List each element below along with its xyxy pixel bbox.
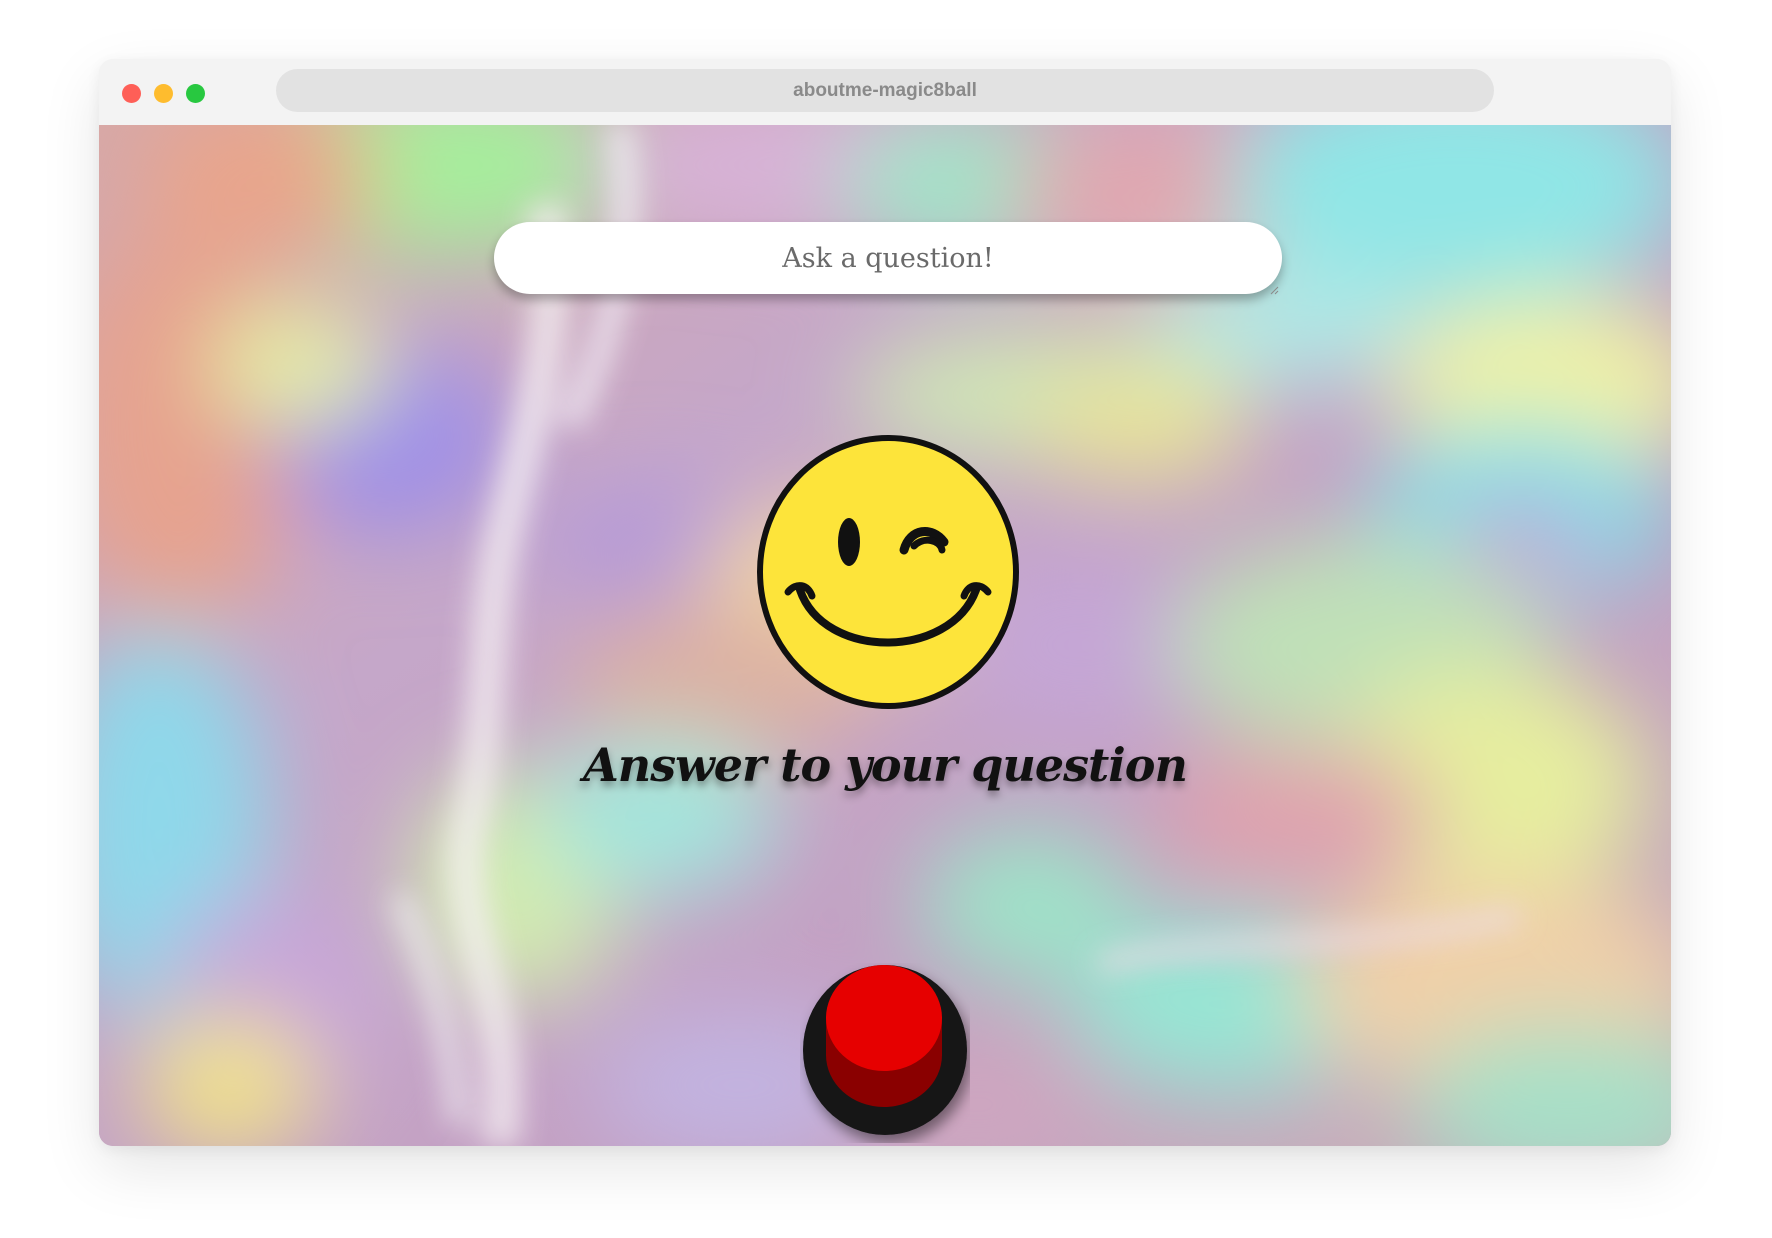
minimize-window-button[interactable] — [154, 84, 173, 103]
question-input[interactable] — [494, 222, 1282, 294]
red-push-button-icon[interactable] — [800, 963, 970, 1143]
resize-grip-icon[interactable] — [1269, 285, 1279, 295]
title-bar: aboutme-magic8ball — [99, 59, 1671, 125]
url-text: aboutme-magic8ball — [793, 79, 977, 101]
close-window-button[interactable] — [122, 84, 141, 103]
address-bar[interactable]: aboutme-magic8ball — [276, 69, 1494, 112]
maximize-window-button[interactable] — [186, 84, 205, 103]
winking-face-icon — [757, 435, 1019, 709]
page-viewport: Answer to your question — [99, 125, 1671, 1146]
browser-window: aboutme-magic8ball Ask a question! Answe… — [99, 59, 1671, 1146]
answer-text: Answer to your question — [583, 738, 1188, 792]
